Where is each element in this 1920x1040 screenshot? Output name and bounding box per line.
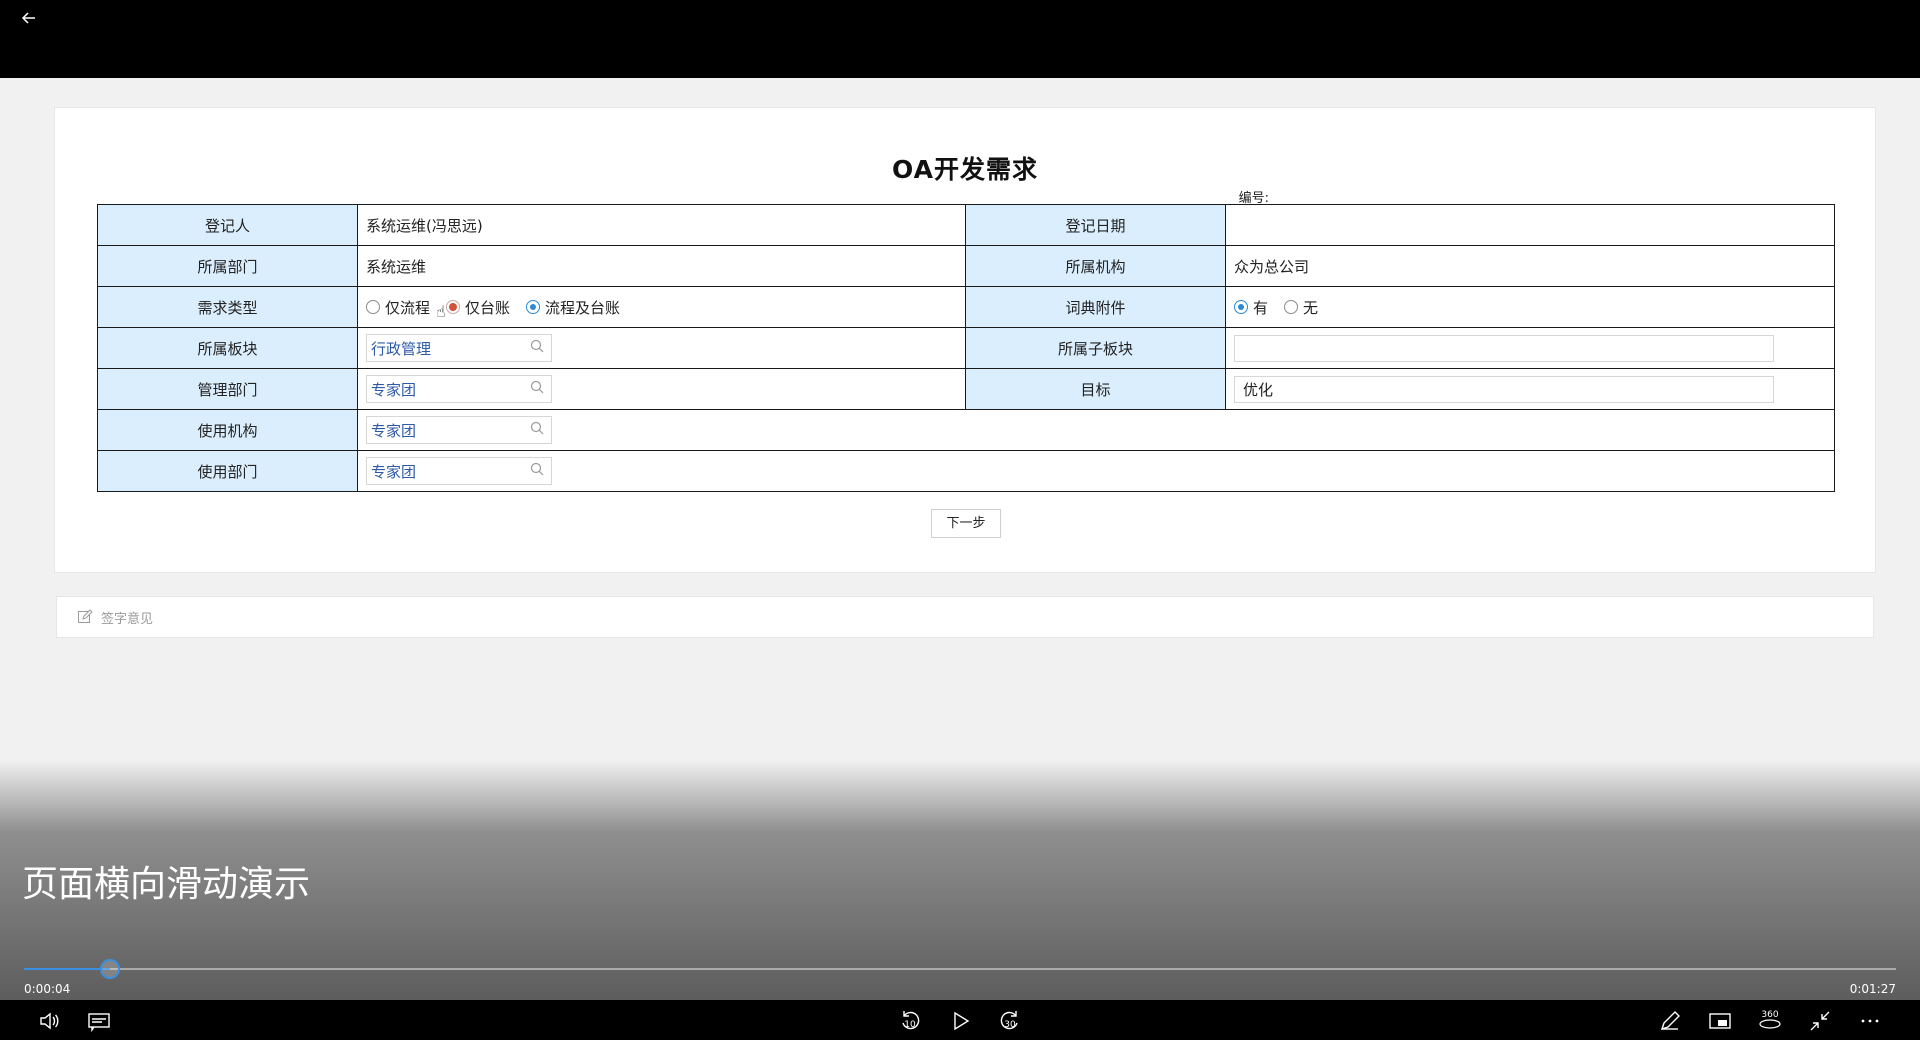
subblock-label: 所属子板块 <box>965 327 1226 369</box>
radio-circle-icon <box>1284 300 1299 314</box>
mini-view-icon[interactable] <box>1707 1008 1733 1034</box>
skip-back-icon[interactable]: 10 <box>897 1008 923 1034</box>
table-row: 所属部门 系统运维 所属机构 众为总公司 <box>97 245 1835 287</box>
use-dept-value: 专家团 <box>371 462 417 481</box>
dept-label: 所属部门 <box>97 245 358 287</box>
target-input[interactable] <box>1234 375 1774 403</box>
block-label: 所属板块 <box>97 327 358 369</box>
radio-process-and-ledger[interactable]: 流程及台账 <box>526 297 620 318</box>
radio-label: 仅流程 <box>385 298 431 317</box>
form-title: OA开发需求 <box>892 155 1038 184</box>
hand-cursor-icon: ☝ <box>436 301 446 321</box>
skip-forward-seconds: 30 <box>1004 1020 1016 1030</box>
radio-dict-yes[interactable]: 有 <box>1234 297 1268 318</box>
org-value: 众为总公司 <box>1225 245 1835 287</box>
vr360-icon[interactable]: 360 <box>1757 1008 1783 1034</box>
dept-value: 系统运维 <box>357 245 966 287</box>
search-icon[interactable] <box>529 420 545 436</box>
top-bar <box>0 0 1920 78</box>
radio-circle-icon <box>366 300 380 314</box>
req-type-radio-group: 仅流程 ☝ 仅台账 流程及台账 <box>366 297 965 321</box>
edit-icon <box>78 609 93 623</box>
block-value: 行政管理 <box>371 339 432 358</box>
dict-label: 词典附件 <box>965 286 1226 328</box>
target-cell <box>1225 368 1835 410</box>
use-org-cell: 专家团 <box>357 409 1835 451</box>
radio-label: 有 <box>1253 298 1269 317</box>
back-arrow-icon[interactable] <box>14 6 44 36</box>
video-caption: 页面横向滑动演示 <box>22 864 311 905</box>
block-lookup-field[interactable]: 行政管理 <box>366 334 552 362</box>
search-icon[interactable] <box>529 461 545 477</box>
radio-circle-icon <box>446 300 461 314</box>
use-org-label: 使用机构 <box>97 409 358 451</box>
play-icon[interactable] <box>947 1008 973 1034</box>
table-row: 所属板块 行政管理 所属子板块 <box>97 327 1835 369</box>
more-options-icon[interactable] <box>1857 1008 1883 1034</box>
vr360-label: 360 <box>1761 1010 1779 1020</box>
registrant-label: 登记人 <box>97 204 358 246</box>
radio-dict-no[interactable]: 无 <box>1284 297 1318 318</box>
subtitles-icon[interactable] <box>86 1008 112 1034</box>
org-label: 所属机构 <box>965 245 1226 287</box>
mgmt-dept-label: 管理部门 <box>97 368 358 410</box>
use-dept-label: 使用部门 <box>97 450 358 492</box>
progress-thumb[interactable] <box>100 959 121 979</box>
radio-label: 无 <box>1303 298 1319 317</box>
mgmt-dept-cell: 专家团 <box>357 368 966 410</box>
table-row: 管理部门 专家团 目标 <box>97 368 1835 410</box>
mgmt-dept-lookup-field[interactable]: 专家团 <box>366 375 552 403</box>
sign-opinion-bar[interactable]: 签字意见 <box>56 596 1874 638</box>
dict-radio-group: 有 无 <box>1234 297 1834 318</box>
reg-date-value <box>1225 204 1835 246</box>
form-table: 登记人 系统运维(冯思远) 登记日期 所属部门 系统运维 所属机构 众为总公司 … <box>97 204 1835 492</box>
table-row: 使用机构 专家团 <box>97 409 1835 451</box>
use-dept-lookup-field[interactable]: 专家团 <box>366 457 552 485</box>
radio-label: 仅台账 <box>465 298 511 317</box>
progress-fill <box>24 968 111 970</box>
total-time: 0:01:27 <box>1849 982 1896 996</box>
radio-selected-icon <box>1234 300 1248 314</box>
search-icon[interactable] <box>529 379 545 395</box>
reg-date-label: 登记日期 <box>965 204 1226 246</box>
table-row: 使用部门 专家团 <box>97 450 1835 492</box>
next-step-button[interactable]: 下一步 <box>931 509 1001 538</box>
table-row: 登记人 系统运维(冯思远) 登记日期 <box>97 204 1835 246</box>
req-type-label: 需求类型 <box>97 286 358 328</box>
target-label: 目标 <box>965 368 1226 410</box>
mgmt-dept-value: 专家团 <box>371 380 417 399</box>
radio-ledger-only[interactable]: ☝ 仅台账 <box>436 297 511 321</box>
block-cell: 行政管理 <box>357 327 966 369</box>
use-org-lookup-field[interactable]: 专家团 <box>366 416 552 444</box>
dict-cell: 有 无 <box>1225 286 1835 328</box>
registrant-value: 系统运维(冯思远) <box>357 204 966 246</box>
radio-process-only[interactable]: 仅流程 <box>366 297 430 318</box>
sign-opinion-label: 签字意见 <box>101 611 154 627</box>
form-card: OA开发需求 编号: 登记人 系统运维(冯思远) 登记日期 所属部门 系统运维 … <box>54 107 1876 573</box>
radio-label: 流程及台账 <box>545 298 621 317</box>
subblock-cell <box>1225 327 1835 369</box>
skip-back-seconds: 10 <box>904 1020 916 1030</box>
radio-selected-icon <box>526 300 541 314</box>
use-org-value: 专家团 <box>371 421 417 440</box>
req-type-cell: 仅流程 ☝ 仅台账 流程及台账 <box>357 286 966 328</box>
table-row: 需求类型 仅流程 ☝ 仅台账 流程及台账 词典附件 有 无 <box>97 286 1835 328</box>
current-time: 0:00:04 <box>24 982 71 996</box>
exit-fullscreen-icon[interactable] <box>1807 1008 1833 1034</box>
pen-icon[interactable] <box>1657 1008 1683 1034</box>
search-icon[interactable] <box>529 338 545 354</box>
control-bar: 10 30 360 <box>0 1000 1920 1040</box>
use-dept-cell: 专家团 <box>357 450 1835 492</box>
subblock-input[interactable] <box>1234 334 1774 362</box>
progress-track[interactable] <box>24 959 1896 979</box>
skip-forward-icon[interactable]: 30 <box>997 1008 1023 1034</box>
volume-icon[interactable] <box>36 1008 62 1034</box>
